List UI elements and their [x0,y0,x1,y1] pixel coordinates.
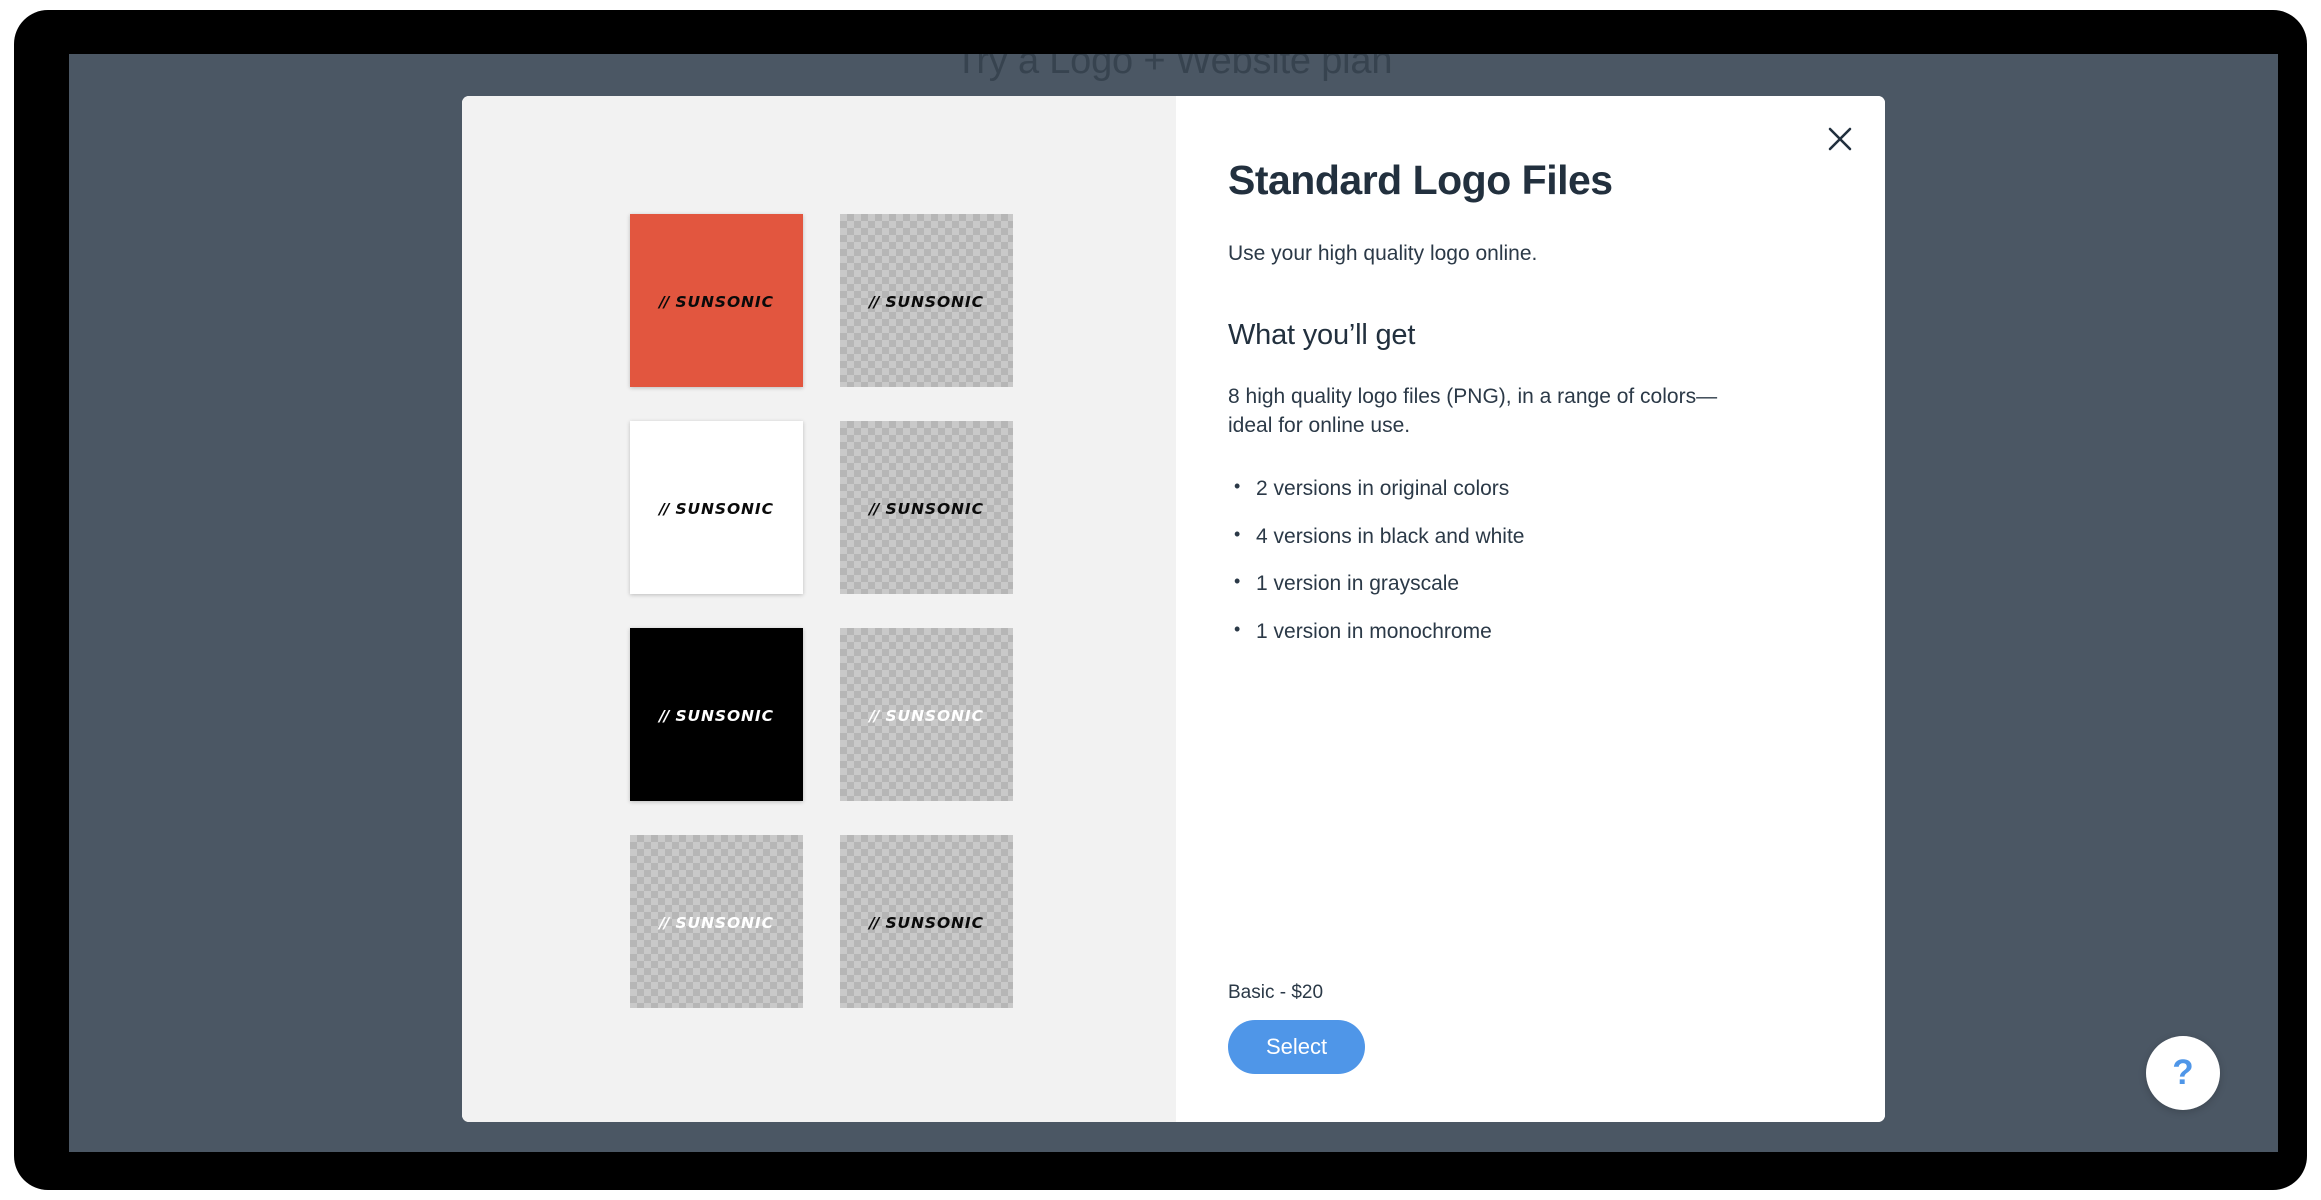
logo-wordmark: SUNSONIC [885,706,984,725]
standard-logo-files-modal: // SUNSONIC // SUNSONIC // SUNSONIC // SUNSONIC… [462,96,1885,1122]
logo-preview-tile[interactable]: // SUNSONIC [630,835,803,1008]
close-icon [1827,126,1853,152]
logo-lockup: // SUNSONIC [869,293,984,311]
browser-viewport: Try a Logo + Website plan // SUNSONIC // SU… [69,54,2278,1152]
device-bezel: Try a Logo + Website plan // SUNSONIC // SU… [14,10,2307,1190]
feature-list-item: 4 versions in black and white [1234,521,1835,553]
question-mark-icon: ? [2172,1053,2194,1092]
logo-mark-icon: // [659,913,669,932]
select-button[interactable]: Select [1228,1020,1366,1074]
logo-mark-icon: // [869,292,879,311]
logo-preview-tile[interactable]: // SUNSONIC [630,628,803,801]
price-label: Basic - $20 [1228,982,1324,1003]
logo-preview-tile[interactable]: // SUNSONIC [630,214,803,387]
logo-wordmark: SUNSONIC [675,913,774,932]
logo-preview-grid: // SUNSONIC // SUNSONIC // SUNSONIC // SUNSONIC… [630,214,1013,1008]
logo-lockup: // SUNSONIC [869,914,984,932]
logo-lockup: // SUNSONIC [659,500,774,518]
logo-preview-tile[interactable]: // SUNSONIC [630,421,803,594]
logo-mark-icon: // [869,499,879,518]
logo-mark-icon: // [659,292,669,311]
logo-wordmark: SUNSONIC [885,499,984,518]
logo-preview-tile[interactable]: // SUNSONIC [840,835,1013,1008]
page-background-heading: Try a Logo + Website plan [954,54,1393,82]
logo-preview-tile[interactable]: // SUNSONIC [840,214,1013,387]
logo-wordmark: SUNSONIC [675,292,774,311]
logo-lockup: // SUNSONIC [659,293,774,311]
logo-wordmark: SUNSONIC [885,292,984,311]
logo-preview-panel: // SUNSONIC // SUNSONIC // SUNSONIC // SUNSONIC… [462,96,1176,1122]
logo-preview-tile[interactable]: // SUNSONIC [840,628,1013,801]
logo-lockup: // SUNSONIC [659,914,774,932]
feature-list-item: 1 version in monochrome [1234,616,1835,648]
logo-wordmark: SUNSONIC [885,913,984,932]
logo-mark-icon: // [659,499,669,518]
modal-subtitle: Use your high quality logo online. [1228,242,1538,266]
logo-lockup: // SUNSONIC [869,500,984,518]
price-and-action: Basic - $20 Select [1228,982,1366,1074]
logo-mark-icon: // [869,706,879,725]
modal-details-panel: Standard Logo Files Use your high qualit… [1176,96,1885,1122]
modal-title: Standard Logo Files [1228,157,1613,203]
feature-list-item: 2 versions in original colors [1234,473,1835,505]
help-button[interactable]: ? [2146,1036,2220,1110]
feature-list-item: 1 version in grayscale [1234,568,1835,600]
feature-list: 2 versions in original colors 4 versions … [1228,473,1835,647]
logo-lockup: // SUNSONIC [869,707,984,725]
logo-mark-icon: // [869,913,879,932]
section-heading-what-youll-get: What you’ll get [1228,318,1416,351]
logo-mark-icon: // [659,706,669,725]
logo-preview-tile[interactable]: // SUNSONIC [840,421,1013,594]
logo-wordmark: SUNSONIC [675,499,774,518]
modal-body: Standard Logo Files Use your high qualit… [1228,156,1835,663]
section-body-text: 8 high quality logo files (PNG), in a ra… [1228,384,1718,438]
logo-wordmark: SUNSONIC [675,706,774,725]
logo-lockup: // SUNSONIC [659,707,774,725]
